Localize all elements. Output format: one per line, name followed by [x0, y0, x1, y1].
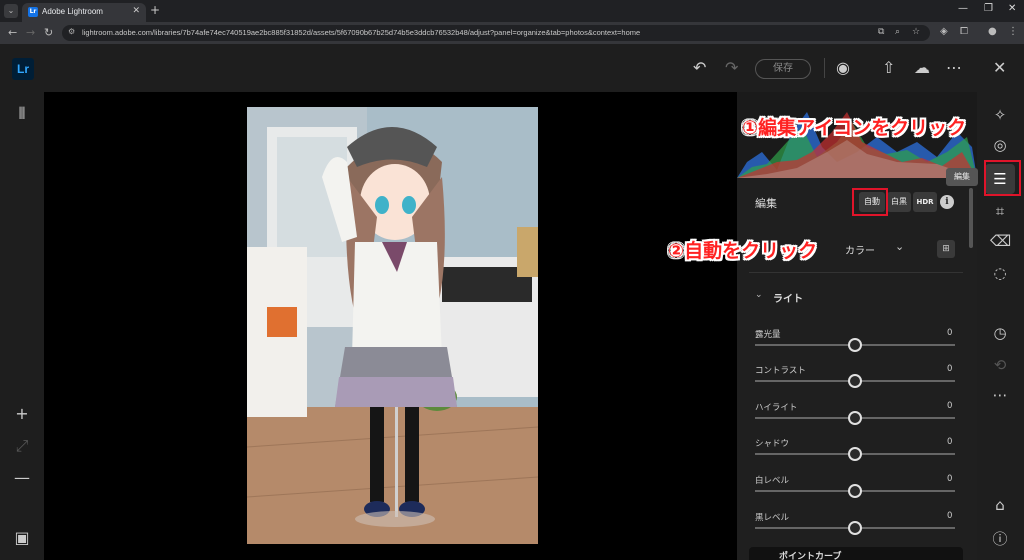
header-divider [824, 58, 825, 78]
slider-value[interactable]: 0 [947, 511, 952, 521]
ai-edit-icon[interactable]: ✧ [990, 106, 1010, 124]
forward-icon[interactable]: → [26, 26, 35, 40]
photo-canvas [44, 92, 737, 560]
slider-value[interactable]: 0 [947, 474, 952, 484]
more-options-icon[interactable]: ⋯ [946, 58, 962, 78]
contrast-slider[interactable]: コントラスト 0 [737, 364, 977, 400]
more-tools-icon[interactable]: ⋯ [990, 386, 1010, 404]
zoom-in-icon[interactable]: + [12, 404, 32, 423]
zoom-out-icon[interactable]: — [12, 468, 32, 487]
fit-view-icon[interactable]: ⤢ [12, 436, 32, 456]
doll-photo-image [247, 107, 538, 544]
lightroom-favicon-icon: Lr [28, 7, 38, 17]
whites-slider[interactable]: 白レベル 0 [737, 474, 977, 510]
lightroom-header: Lr ↶ ↷ 保存 ◉ ⇧ ☁ ⋯ ✕ [0, 44, 1024, 92]
close-editor-icon[interactable]: ✕ [993, 58, 1006, 78]
remix-icon[interactable]: ⟲ [990, 356, 1010, 374]
slider-label: 白レベル [755, 476, 790, 486]
bookmark-star-icon[interactable]: ☆ [912, 27, 920, 37]
edit-icon-highlight-box [984, 160, 1021, 196]
lightroom-logo[interactable]: Lr [12, 58, 34, 80]
browser-tab[interactable]: Lr Adobe Lightroom ✕ [22, 3, 146, 22]
browser-address-bar: ← → ↻ ⚙ lightroom.adobe.com/libraries/7b… [0, 22, 1024, 44]
highlights-slider[interactable]: ハイライト 0 [737, 401, 977, 437]
crop-icon[interactable]: ⌗ [990, 202, 1010, 220]
slider-label: コントラスト [755, 366, 806, 376]
edit-title: 編集 [755, 197, 777, 210]
info-circle-icon[interactable]: ⓘ [990, 528, 1010, 549]
blacks-slider[interactable]: 黒レベル 0 [737, 511, 977, 547]
slider-value[interactable]: 0 [947, 401, 952, 411]
extension-icon[interactable]: ◈ [940, 26, 948, 37]
panel-scrollbar[interactable] [969, 188, 973, 248]
auto-button-highlight-box [852, 188, 888, 216]
versions-history-icon[interactable]: ◷ [990, 324, 1010, 342]
slider-thumb[interactable] [848, 447, 862, 461]
profile-label[interactable]: カラー [845, 242, 875, 257]
shadows-slider[interactable]: シャドウ 0 [737, 437, 977, 473]
extensions-puzzle-icon[interactable]: ⧠ [960, 26, 968, 37]
minimize-icon[interactable]: — [958, 3, 968, 14]
slider-value[interactable]: 0 [947, 437, 952, 447]
filmstrip-icon[interactable]: ▣ [12, 528, 32, 547]
edit-panel: 編集 自動 白黒 HDR i カラー ⌄ ⊞ ⌄ ライト 露光量 0 コントラス… [737, 92, 977, 560]
url-text[interactable]: lightroom.adobe.com/libraries/7b74afe74e… [82, 28, 640, 37]
save-button[interactable]: 保存 [755, 59, 811, 79]
slider-label: シャドウ [755, 439, 790, 449]
reload-icon[interactable]: ↻ [44, 26, 53, 40]
slider-value[interactable]: 0 [947, 328, 952, 338]
share-icon[interactable]: ⇧ [882, 58, 895, 78]
profile-browser-icon[interactable]: ⊞ [937, 240, 955, 258]
redo-icon[interactable]: ↷ [725, 58, 738, 78]
info-icon[interactable]: i [940, 195, 954, 209]
slider-thumb[interactable] [848, 338, 862, 352]
cloud-sync-icon[interactable]: ☁ [914, 58, 930, 78]
compare-view-icon[interactable]: ⫴ [12, 104, 32, 124]
url-omnibox[interactable]: ⚙ lightroom.adobe.com/libraries/7b74afe7… [62, 25, 930, 41]
zoom-icon[interactable]: ⌕ [895, 27, 900, 37]
browser-menu-icon[interactable]: ⋮ [1008, 26, 1018, 37]
slider-thumb[interactable] [848, 521, 862, 535]
browser-tab-bar: ⌄ Lr Adobe Lightroom ✕ + — ❐ ✕ [0, 0, 1024, 22]
restore-icon[interactable]: ❐ [984, 3, 993, 14]
doll-photo[interactable] [247, 107, 538, 544]
point-curve-title[interactable]: ポイントカーブ [779, 549, 841, 560]
step2-annotation: ②自動をクリック [668, 240, 818, 262]
back-icon[interactable]: ← [8, 26, 17, 40]
close-window-icon[interactable]: ✕ [1008, 3, 1016, 14]
keyword-tag-icon[interactable]: ⌂ [990, 496, 1010, 514]
slider-label: ハイライト [755, 403, 798, 413]
chevron-down-icon[interactable]: ⌄ [895, 240, 904, 253]
light-section-title[interactable]: ライト [773, 290, 803, 305]
slider-label: 黒レベル [755, 513, 790, 523]
profile-icon[interactable]: ● [988, 26, 997, 37]
new-tab-icon[interactable]: + [150, 3, 160, 17]
install-app-icon[interactable]: ⧉ [878, 27, 884, 37]
hdr-button[interactable]: HDR [913, 192, 937, 212]
exposure-slider[interactable]: 露光量 0 [737, 328, 977, 364]
step1-annotation: ①編集アイコンをクリック [742, 117, 967, 139]
slider-label: 露光量 [755, 330, 781, 340]
masking-icon[interactable]: ◌ [990, 264, 1010, 282]
point-curve-section[interactable]: ポイントカーブ [749, 547, 963, 560]
section-divider [749, 272, 963, 273]
presets-icon[interactable]: ◎ [990, 136, 1010, 154]
site-info-icon[interactable]: ⚙ [68, 27, 75, 36]
section-chevron-icon[interactable]: ⌄ [755, 290, 763, 300]
left-toolbar: ⫴ + ⤢ — ▣ [0, 92, 44, 560]
tab-close-icon[interactable]: ✕ [132, 6, 140, 16]
slider-value[interactable]: 0 [947, 364, 952, 374]
preview-eye-icon[interactable]: ◉ [836, 58, 850, 78]
slider-thumb[interactable] [848, 411, 862, 425]
healing-eraser-icon[interactable]: ⌫ [990, 232, 1011, 250]
slider-thumb[interactable] [848, 484, 862, 498]
black-white-button[interactable]: 白黒 [887, 192, 911, 212]
slider-thumb[interactable] [848, 374, 862, 388]
undo-icon[interactable]: ↶ [693, 58, 706, 78]
edit-tooltip: 編集 [946, 168, 978, 186]
tab-title: Adobe Lightroom [42, 7, 103, 16]
tab-search-icon[interactable]: ⌄ [4, 4, 18, 18]
